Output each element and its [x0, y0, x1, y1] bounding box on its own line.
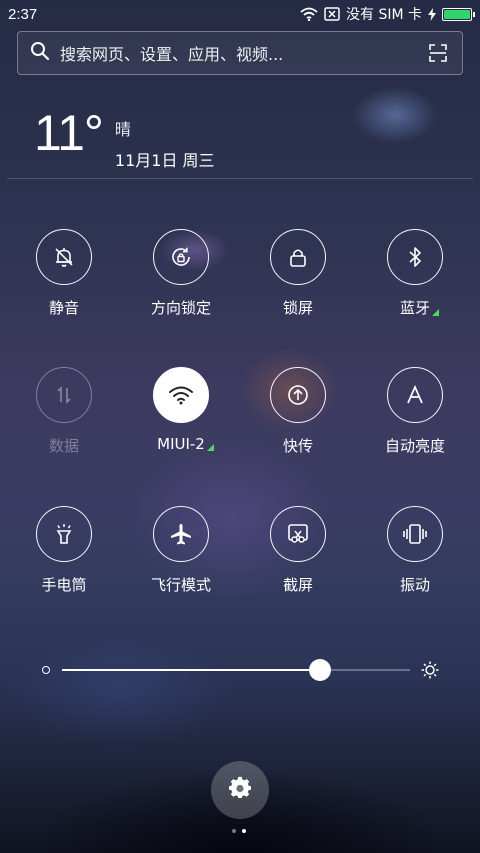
- toggle-airplane[interactable]: 飞行模式: [122, 506, 240, 595]
- bell-off-icon: [36, 229, 92, 285]
- toggle-label-text: 蓝牙: [399, 299, 430, 317]
- brightness-slider[interactable]: [40, 658, 442, 682]
- brightness-high-icon: [420, 660, 440, 684]
- toggle-label: 截屏: [282, 576, 313, 594]
- brightness-fill: [62, 669, 320, 671]
- screenshot-icon: [270, 506, 326, 562]
- weather-date: 11月1日 周三: [114, 151, 215, 170]
- flashlight-icon: [36, 506, 92, 562]
- toggle-label: MIUI-2: [157, 435, 214, 453]
- toggle-label: 数据: [48, 437, 79, 455]
- no-sim-icon: [324, 7, 340, 21]
- wifi-icon: [300, 7, 318, 21]
- signal-indicator: [432, 309, 439, 316]
- status-time: 2:37: [8, 5, 38, 23]
- toggle-mute[interactable]: 静音: [5, 229, 123, 318]
- weather-widget[interactable]: 11° 晴 11月1日 周三: [34, 108, 215, 171]
- toggle-mobile-data[interactable]: 数据: [5, 367, 123, 456]
- battery-icon: [442, 7, 475, 21]
- toggle-label: 飞行模式: [150, 576, 211, 594]
- toggle-bluetooth[interactable]: 蓝牙: [356, 229, 474, 318]
- weather-condition: 晴: [114, 120, 131, 139]
- charging-icon: [428, 7, 436, 21]
- page-indicator: [232, 829, 246, 833]
- auto-brightness-icon: [387, 367, 443, 423]
- data-arrows-icon: [36, 367, 92, 423]
- signal-indicator: [206, 444, 214, 451]
- vibrate-icon: [387, 506, 443, 562]
- rotation-lock-icon: [153, 229, 209, 285]
- upload-icon: [270, 367, 326, 423]
- toggle-wifi[interactable]: MIUI-2: [122, 367, 240, 453]
- brightness-thumb[interactable]: [308, 659, 331, 681]
- toggle-label-text: MIUI-2: [157, 435, 205, 453]
- toggle-auto-brightness[interactable]: 自动亮度: [356, 367, 474, 456]
- gear-icon: [228, 776, 252, 804]
- search-input[interactable]: 搜索网页、设置、应用、视频...: [60, 41, 426, 65]
- scan-icon[interactable]: [426, 41, 450, 65]
- page-dot: [232, 829, 236, 833]
- toggle-flashlight[interactable]: 手电筒: [5, 506, 123, 595]
- settings-button[interactable]: [211, 761, 269, 819]
- divider: [7, 178, 473, 179]
- bluetooth-icon: [387, 229, 443, 285]
- brightness-low-icon: [42, 666, 50, 674]
- toggle-quick-transfer[interactable]: 快传: [239, 367, 357, 456]
- page-dot: [242, 829, 246, 833]
- brightness-track[interactable]: [62, 659, 410, 681]
- carrier-text: 没有 SIM 卡: [346, 7, 422, 23]
- toggle-label: 振动: [399, 576, 430, 594]
- toggle-label: 锁屏: [282, 299, 313, 317]
- toggle-label: 静音: [48, 299, 79, 317]
- airplane-icon: [153, 506, 209, 562]
- search-icon: [30, 41, 50, 65]
- lock-icon: [270, 229, 326, 285]
- toggle-lock-screen[interactable]: 锁屏: [239, 229, 357, 318]
- battery-level: [444, 9, 470, 19]
- toggle-rotation-lock[interactable]: 方向锁定: [122, 229, 240, 318]
- status-bar: 2:37 没有 SIM 卡: [0, 0, 480, 28]
- toggle-label: 快传: [282, 437, 313, 455]
- toggle-label: 手电筒: [41, 576, 87, 594]
- toggle-label: 蓝牙: [399, 297, 439, 318]
- toggle-screenshot[interactable]: 截屏: [239, 506, 357, 595]
- temperature: 11°: [34, 105, 104, 161]
- toggle-vibrate[interactable]: 振动: [356, 506, 474, 595]
- weather-info: 晴 11月1日 周三: [115, 116, 215, 171]
- search-bar[interactable]: 搜索网页、设置、应用、视频...: [17, 31, 463, 75]
- wifi-icon: [153, 367, 209, 423]
- status-icons: 没有 SIM 卡: [300, 4, 475, 24]
- toggle-label: 自动亮度: [384, 437, 445, 455]
- toggle-label: 方向锁定: [150, 299, 211, 317]
